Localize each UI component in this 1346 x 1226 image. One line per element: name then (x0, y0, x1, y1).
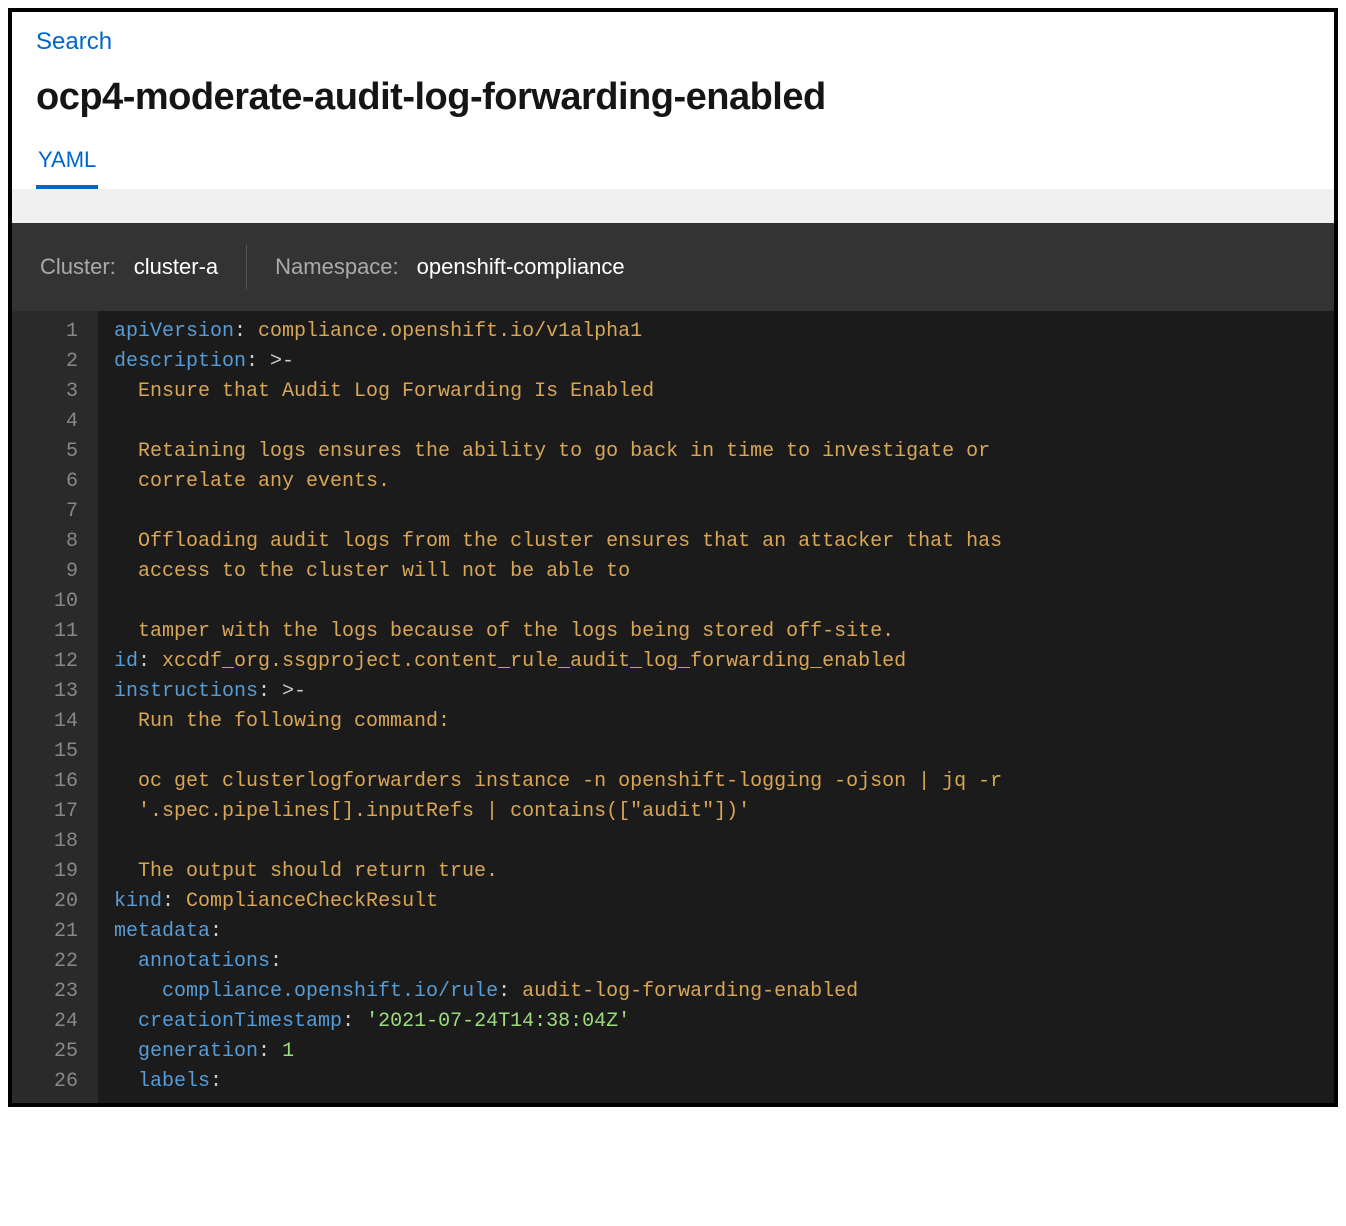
line-number: 14 (12, 707, 84, 737)
code-line[interactable]: annotations: (114, 947, 1324, 977)
namespace-value[interactable]: openshift-compliance (417, 254, 625, 280)
line-number: 6 (12, 467, 84, 497)
code-line[interactable]: compliance.openshift.io/rule: audit-log-… (114, 977, 1324, 1007)
line-number: 22 (12, 947, 84, 977)
line-number: 9 (12, 557, 84, 587)
page-header: Search ocp4-moderate-audit-log-forwardin… (12, 12, 1334, 189)
code-line[interactable]: apiVersion: compliance.openshift.io/v1al… (114, 317, 1324, 347)
code-line[interactable]: instructions: >- (114, 677, 1324, 707)
code-line[interactable] (114, 737, 1324, 767)
line-number: 15 (12, 737, 84, 767)
yaml-editor[interactable]: 1234567891011121314151617181920212223242… (12, 311, 1334, 1103)
code-line[interactable]: The output should return true. (114, 857, 1324, 887)
code-line[interactable]: labels: (114, 1067, 1324, 1097)
line-number: 2 (12, 347, 84, 377)
line-number: 7 (12, 497, 84, 527)
line-number: 20 (12, 887, 84, 917)
code-line[interactable]: kind: ComplianceCheckResult (114, 887, 1324, 917)
code-line[interactable] (114, 497, 1324, 527)
line-number: 25 (12, 1037, 84, 1067)
namespace-label: Namespace: (275, 254, 399, 280)
code-line[interactable]: Run the following command: (114, 707, 1324, 737)
line-number: 21 (12, 917, 84, 947)
line-number: 4 (12, 407, 84, 437)
line-number: 5 (12, 437, 84, 467)
code-line[interactable]: oc get clusterlogforwarders instance -n … (114, 767, 1324, 797)
breadcrumb-search-link[interactable]: Search (36, 28, 112, 56)
context-bar: Cluster: cluster-a Namespace: openshift-… (12, 223, 1334, 311)
line-number-gutter: 1234567891011121314151617181920212223242… (12, 311, 98, 1103)
code-line[interactable]: tamper with the logs because of the logs… (114, 617, 1324, 647)
tab-yaml[interactable]: YAML (36, 147, 98, 189)
code-line[interactable] (114, 587, 1324, 617)
line-number: 11 (12, 617, 84, 647)
tabs: YAML (36, 147, 1310, 189)
cluster-value[interactable]: cluster-a (134, 254, 218, 280)
line-number: 12 (12, 647, 84, 677)
code-line[interactable]: correlate any events. (114, 467, 1324, 497)
code-line[interactable]: creationTimestamp: '2021-07-24T14:38:04Z… (114, 1007, 1324, 1037)
divider (246, 245, 247, 289)
page-title: ocp4-moderate-audit-log-forwarding-enabl… (36, 76, 1310, 119)
line-number: 8 (12, 527, 84, 557)
line-number: 13 (12, 677, 84, 707)
line-number: 23 (12, 977, 84, 1007)
code-line[interactable]: '.spec.pipelines[].inputRefs | contains(… (114, 797, 1324, 827)
code-line[interactable] (114, 407, 1324, 437)
line-number: 10 (12, 587, 84, 617)
line-number: 17 (12, 797, 84, 827)
window-frame: Search ocp4-moderate-audit-log-forwardin… (8, 8, 1338, 1107)
code-line[interactable]: description: >- (114, 347, 1324, 377)
code-line[interactable]: access to the cluster will not be able t… (114, 557, 1324, 587)
line-number: 24 (12, 1007, 84, 1037)
editor-container: Cluster: cluster-a Namespace: openshift-… (12, 189, 1334, 1103)
line-number: 3 (12, 377, 84, 407)
line-number: 18 (12, 827, 84, 857)
line-number: 19 (12, 857, 84, 887)
line-number: 1 (12, 317, 84, 347)
cluster-label: Cluster: (40, 254, 116, 280)
code-line[interactable]: metadata: (114, 917, 1324, 947)
line-number: 16 (12, 767, 84, 797)
code-line[interactable]: id: xccdf_org.ssgproject.content_rule_au… (114, 647, 1324, 677)
code-line[interactable] (114, 827, 1324, 857)
code-line[interactable]: Retaining logs ensures the ability to go… (114, 437, 1324, 467)
code-line[interactable]: Offloading audit logs from the cluster e… (114, 527, 1324, 557)
line-number: 26 (12, 1067, 84, 1097)
code-line[interactable]: Ensure that Audit Log Forwarding Is Enab… (114, 377, 1324, 407)
code-content[interactable]: apiVersion: compliance.openshift.io/v1al… (98, 311, 1334, 1103)
code-line[interactable]: generation: 1 (114, 1037, 1324, 1067)
